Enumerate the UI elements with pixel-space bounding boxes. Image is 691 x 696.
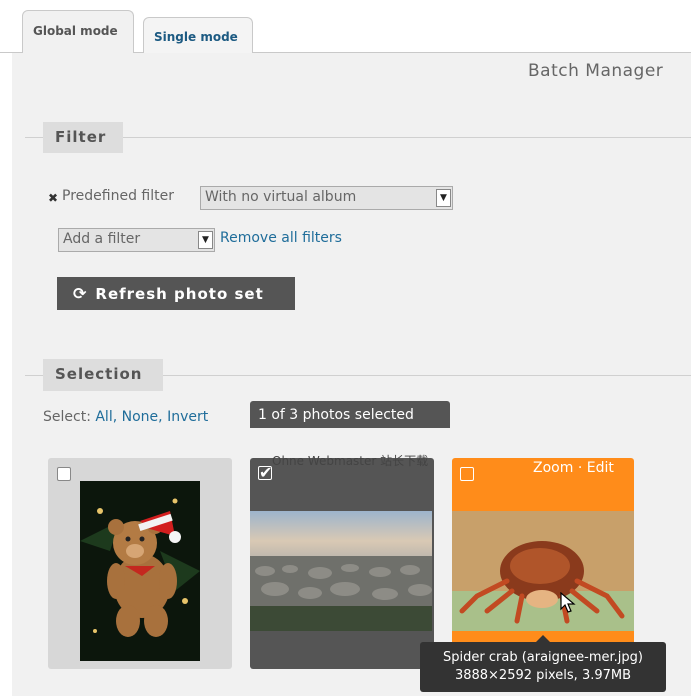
predefined-filter-label: Predefined filter [62,188,174,204]
teddy-bear-image [80,481,200,661]
tab-global-mode[interactable]: Global mode [22,10,134,54]
add-filter-select[interactable]: Add a filter ▼ [58,228,215,252]
photo-thumb-rocky-shore[interactable]: ✔ [250,458,434,669]
select-options: Select: All, None, Invert [43,409,208,425]
mode-tabs: Global mode Single mode [0,0,691,54]
selection-heading: Selection [43,359,163,391]
tooltip-details: 3888×2592 pixels, 3.97MB [454,668,632,683]
chevron-down-icon: ▼ [198,231,213,249]
refresh-label: Refresh photo set [95,285,264,303]
remove-filter-icon[interactable]: ✖ [48,191,58,205]
predefined-filter-select[interactable]: With no virtual album ▼ [200,186,453,210]
predefined-filter-value: With no virtual album [205,189,357,205]
photo-tooltip: Spider crab (araignee-mer.jpg) 3888×2592… [420,642,666,692]
thumb-actions: Zoom · Edit [533,460,614,476]
remove-all-filters-link[interactable]: Remove all filters [220,230,342,246]
select-all-link[interactable]: All, [95,409,117,425]
photo-checkbox[interactable] [57,467,71,481]
check-icon: ✔ [259,463,273,482]
selection-count-badge: 1 of 3 photos selected [250,401,450,428]
edit-link[interactable]: Edit [587,460,614,476]
mouse-cursor-icon [560,592,576,613]
photo-thumb-spider-crab[interactable] [452,458,634,653]
select-invert-link[interactable]: Invert [167,409,208,425]
tooltip-title: Spider crab (araignee-mer.jpg) [443,650,643,665]
actions-separator: · [577,460,583,476]
photo-checkbox[interactable] [460,467,474,481]
filter-heading: Filter [43,122,123,153]
page-title: Batch Manager [528,61,664,81]
chevron-down-icon: ▼ [436,189,451,207]
rocky-shore-image [250,511,432,631]
select-label: Select: [43,409,91,425]
tab-single-mode[interactable]: Single mode [143,17,253,53]
photo-thumb-teddy-bear[interactable] [48,458,232,669]
refresh-photo-set-button[interactable]: ⟳ Refresh photo set [57,277,295,310]
refresh-icon: ⟳ [73,284,88,303]
add-filter-value: Add a filter [63,231,141,247]
watermark-text: Ohne Webmaster 站长下载 [272,454,429,468]
zoom-link[interactable]: Zoom [533,460,573,476]
filter-divider [25,137,691,138]
spider-crab-image [452,511,634,631]
select-none-link[interactable]: None, [122,409,163,425]
